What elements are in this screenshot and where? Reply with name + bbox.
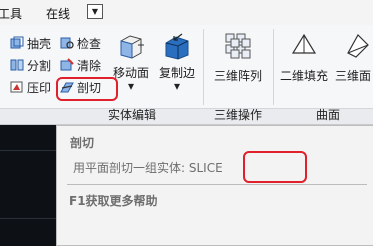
copy-edge-button[interactable]: 复制边 ▾ <box>157 31 197 93</box>
shell-button[interactable]: 抽壳 <box>10 34 51 52</box>
fill-2d-label: 二维填充 <box>279 69 328 83</box>
fill-2d-button[interactable]: 二维填充 <box>278 31 330 84</box>
canvas-grid-line <box>0 150 56 151</box>
group-label-solid-edit: 实体编辑 <box>107 108 156 122</box>
ribbon-panel: 抽壳 分割 压印 检查 清除 剖切 移动面 ▾ 复制边 ▾ 三维阵列 二维填充 … <box>0 25 373 108</box>
separate-button[interactable]: 分割 <box>10 56 51 74</box>
clean-icon <box>60 58 74 71</box>
separate-icon <box>10 59 24 71</box>
menu-dropdown-icon[interactable]: ▼ <box>87 4 103 19</box>
array-3d-icon <box>225 33 251 59</box>
tooltip-description: 用平面剖切一组实体: SLICE <box>73 161 223 175</box>
face-3d-button[interactable]: 三维面 <box>333 31 373 84</box>
move-face-icon <box>120 35 144 59</box>
tooltip-divider <box>67 184 367 185</box>
shell-label: 抽壳 <box>27 36 52 51</box>
clean-label: 清除 <box>77 58 102 73</box>
imprint-icon <box>10 81 23 93</box>
group-label-surface: 曲面 <box>315 108 340 122</box>
imprint-button[interactable]: 压印 <box>10 78 51 96</box>
check-button[interactable]: 检查 <box>60 34 101 52</box>
clean-button[interactable]: 清除 <box>60 56 101 74</box>
menu-tools[interactable]: 工具 <box>0 5 22 22</box>
copy-edge-icon <box>165 33 189 60</box>
move-face-arrow-icon: ▾ <box>127 79 135 93</box>
array-3d-button[interactable]: 三维阵列 <box>210 31 266 84</box>
face-3d-icon <box>347 34 369 58</box>
face-3d-label: 三维面 <box>335 69 372 83</box>
imprint-label: 压印 <box>27 80 52 95</box>
move-face-button[interactable]: 移动面 ▾ <box>111 31 151 93</box>
group-label-3d-ops: 三维操作 <box>213 108 262 122</box>
copy-edge-arrow-icon: ▾ <box>173 79 181 93</box>
group-separator <box>273 29 274 105</box>
shell-icon <box>10 36 24 49</box>
check-label: 检查 <box>77 36 102 51</box>
check-icon <box>60 37 74 49</box>
array-3d-label: 三维阵列 <box>213 69 262 83</box>
tooltip-help[interactable]: F1获取更多帮助 <box>69 192 158 209</box>
separate-label: 分割 <box>27 58 52 73</box>
tooltip-title: 剖切 <box>70 136 95 150</box>
menu-online[interactable]: 在线 <box>46 5 70 22</box>
group-separator <box>203 29 204 105</box>
fill-2d-icon <box>291 33 317 54</box>
slice-highlight <box>56 77 118 101</box>
slice-command-highlight <box>243 151 307 183</box>
menu-bar: 工具 在线 ▼ <box>0 0 373 26</box>
slice-tooltip: 剖切 用平面剖切一组实体: SLICE F1获取更多帮助 <box>56 125 373 246</box>
canvas-grid-line <box>0 218 56 219</box>
